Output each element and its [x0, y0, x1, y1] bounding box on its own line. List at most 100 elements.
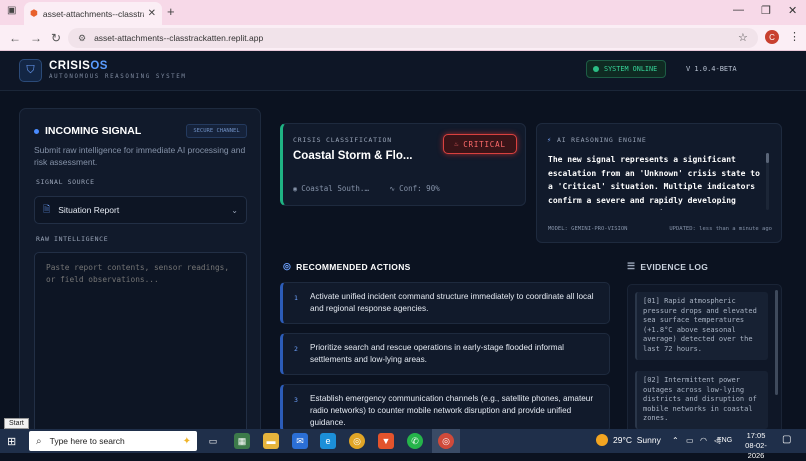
close-tab-icon[interactable]: ✕ [148, 8, 156, 19]
evidence-log-panel: [01] Rapid atmospheric pressure drops an… [627, 284, 782, 429]
tab-list-icon[interactable]: ▣ [7, 5, 16, 16]
incoming-signal-subtitle: Submit raw intelligence for immediate AI… [34, 145, 246, 167]
reload-icon[interactable]: ↻ [51, 31, 61, 45]
taskbar-search-text: Type here to search [49, 436, 125, 446]
mail-icon[interactable]: ✉ [292, 433, 308, 449]
weather-widget[interactable]: 29°C Sunny [596, 434, 661, 446]
ai-reasoning-card: ⚡ AI REASONING ENGINE The new signal rep… [536, 123, 782, 243]
new-tab-icon[interactable]: + [167, 4, 175, 19]
chrome-icon[interactable]: ◎ [349, 433, 365, 449]
site-info-icon[interactable]: ⚙ [78, 33, 86, 44]
action-item[interactable]: 3 Establish emergency communication chan… [280, 384, 610, 429]
brave-icon[interactable]: ▼ [378, 433, 394, 449]
url-text: asset-attachments--classtrackatten.repli… [94, 33, 264, 43]
battery-icon[interactable]: ▭ [686, 436, 694, 445]
severity-text: CRITICAL [463, 139, 506, 149]
incoming-signal-panel: INCOMING SIGNAL SECURE CHANNEL Submit ra… [19, 108, 261, 429]
system-status-text: SYSTEM ONLINE [604, 65, 658, 73]
crisis-confidence: Conf: 90% [399, 184, 440, 193]
temperature: 29°C [613, 435, 632, 445]
weather-condition: Sunny [636, 435, 661, 445]
signal-source-label: SIGNAL SOURCE [36, 178, 95, 186]
ai-reasoning-scrollbar[interactable] [766, 153, 769, 210]
widgets-icon[interactable]: ▦ [234, 433, 250, 449]
taskbar-search[interactable]: ⌕ Type here to search ✦ [29, 431, 197, 451]
ai-reasoning-heading: AI REASONING ENGINE [557, 136, 647, 144]
action-item[interactable]: 2 Prioritize search and rescue operation… [280, 333, 610, 375]
location-pin-icon: ◉ [293, 184, 298, 193]
tab-title: asset-attachments--classtrackatten [42, 8, 144, 19]
brand-name: CRISISOS [49, 60, 108, 72]
recommended-actions-heading: RECOMMENDED ACTIONS [296, 261, 411, 272]
close-window-icon[interactable]: ✕ [788, 4, 797, 17]
chrome-active-icon[interactable]: ◎ [438, 433, 454, 449]
replit-favicon-icon: ⬢ [30, 8, 38, 18]
crisis-classification-label: CRISIS CLASSIFICATION [293, 136, 392, 144]
minimize-icon[interactable]: — [733, 4, 744, 16]
tray-chevron-icon[interactable]: ⌃ [672, 436, 679, 445]
whatsapp-icon[interactable]: ✆ [407, 433, 423, 449]
evidence-item: [01] Rapid atmospheric pressure drops an… [635, 292, 768, 360]
brand-suffix: OS [90, 60, 108, 72]
notifications-icon[interactable]: ▢ [782, 434, 791, 445]
severity-badge: ♨ CRITICAL [443, 134, 517, 154]
incoming-signal-heading: INCOMING SIGNAL [45, 125, 142, 137]
sparkle-icon: ✦ [182, 435, 191, 447]
crisis-location: Coastal South... [301, 184, 374, 193]
bookmark-star-icon[interactable]: ☆ [738, 31, 748, 44]
action-text: Prioritize search and rescue operations … [310, 343, 564, 364]
evidence-log-title: ☰ EVIDENCE LOG [627, 261, 708, 272]
back-icon[interactable]: ← [9, 31, 21, 45]
model-label: MODEL: GEMINI-PRO-VISION [548, 226, 628, 232]
crisis-title: Coastal Storm & Flo... [293, 150, 413, 162]
brand-prefix: CRISIS [49, 60, 91, 72]
signal-source-select[interactable]: 🗎 Situation Report ⌄ [34, 196, 247, 224]
action-number: 2 [294, 345, 298, 353]
file-explorer-icon[interactable]: ▬ [263, 433, 279, 449]
incoming-signal-title: INCOMING SIGNAL [34, 125, 141, 137]
target-icon: ◎ [283, 261, 292, 271]
edge-icon[interactable]: e [320, 433, 336, 449]
url-field[interactable]: ⚙ asset-attachments--classtrackatten.rep… [68, 28, 758, 48]
ai-reasoning-text: The new signal represents a significant … [548, 155, 760, 210]
windows-taskbar: ⊞ ⌕ Type here to search ✦ ▭ ▦ ▬ ✉ e ◎ ▼ … [0, 429, 806, 460]
browser-tab-bar: ▣ ⬢ asset-attachments--classtrackatten ✕… [0, 0, 806, 25]
scrollbar-thumb[interactable] [766, 153, 769, 163]
clock[interactable]: 17:05 08-02-2026 [738, 431, 774, 461]
app-viewport: ⛉ CRISISOS AUTONOMOUS REASONING SYSTEM S… [0, 51, 806, 429]
flame-icon: ♨ [454, 140, 460, 148]
ai-reasoning-footer: MODEL: GEMINI-PRO-VISION UPDATED: less t… [548, 226, 772, 232]
system-status-badge: SYSTEM ONLINE [586, 60, 666, 78]
evidence-item: [02] Intermittent power outages across l… [635, 371, 768, 429]
evidence-scrollbar[interactable] [775, 290, 778, 395]
maximize-icon[interactable]: ❐ [761, 4, 771, 17]
secure-channel-badge: SECURE CHANNEL [186, 124, 247, 138]
wifi-icon[interactable]: ◠ [700, 436, 707, 445]
online-dot-icon [593, 66, 599, 72]
updated-label: UPDATED: less than a minute ago [669, 226, 772, 232]
browser-menu-icon[interactable]: ⋮ [789, 30, 800, 43]
raw-intelligence-label: RAW INTELLIGENCE [36, 235, 109, 243]
app-header: ⛉ CRISISOS AUTONOMOUS REASONING SYSTEM S… [0, 51, 806, 91]
shield-logo-icon: ⛉ [19, 59, 42, 82]
profile-avatar[interactable]: C [765, 30, 779, 44]
action-text: Establish emergency communication channe… [310, 394, 594, 427]
signal-source-value: Situation Report [58, 205, 120, 215]
start-tooltip: Start [4, 418, 29, 429]
language-indicator[interactable]: ENG [717, 437, 732, 444]
task-view-icon[interactable]: ▭ [205, 433, 221, 449]
brand-tagline: AUTONOMOUS REASONING SYSTEM [49, 74, 187, 80]
action-item[interactable]: 1 Activate unified incident command stru… [280, 282, 610, 324]
action-number: 3 [294, 396, 298, 404]
version-label: V 1.0.4-BETA [686, 65, 737, 73]
recommended-actions-title: ◎ RECOMMENDED ACTIONS [283, 261, 411, 272]
action-number: 1 [294, 294, 298, 302]
sun-icon [596, 434, 608, 446]
signal-dot-icon [34, 128, 39, 134]
forward-icon[interactable]: → [30, 31, 42, 45]
chevron-down-icon: ⌄ [231, 205, 238, 215]
browser-tab[interactable]: ⬢ asset-attachments--classtrackatten ✕ [24, 2, 162, 25]
windows-start-icon[interactable]: ⊞ [7, 435, 16, 448]
activity-icon: ∿ [389, 184, 396, 193]
raw-intelligence-input[interactable] [34, 252, 247, 429]
